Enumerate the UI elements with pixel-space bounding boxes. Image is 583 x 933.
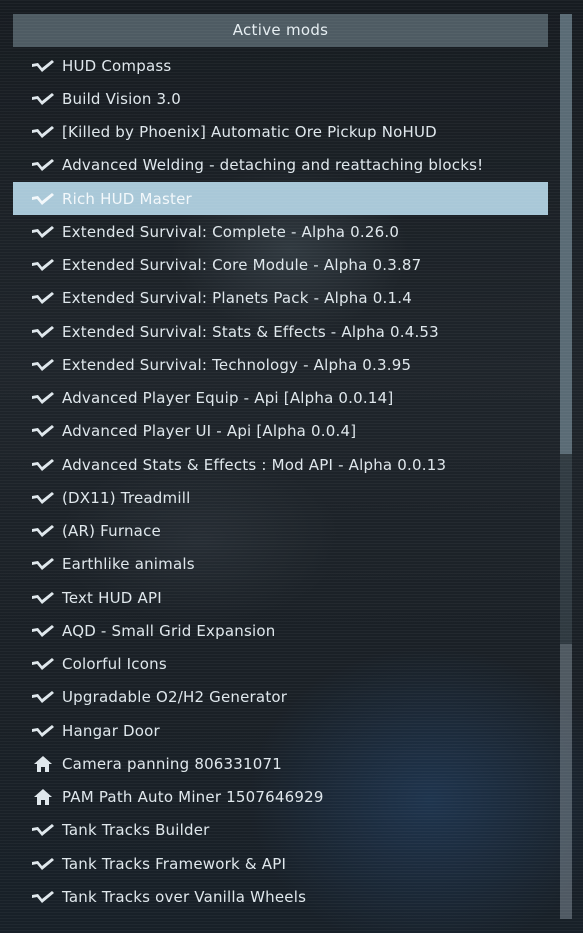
mod-list-item[interactable]: Hangar Door xyxy=(13,714,548,747)
steam-workshop-icon xyxy=(30,589,56,607)
mod-list-item[interactable]: Build Vision 3.0 xyxy=(13,82,548,115)
steam-workshop-icon xyxy=(30,57,56,75)
mod-list-item[interactable]: Extended Survival: Core Module - Alpha 0… xyxy=(13,249,548,282)
steam-workshop-icon xyxy=(30,256,56,274)
mod-name: PAM Path Auto Miner 1507646929 xyxy=(62,788,324,807)
mod-list-item[interactable]: Advanced Player Equip - Api [Alpha 0.0.1… xyxy=(13,382,548,415)
mod-name: Colorful Icons xyxy=(62,655,167,674)
mod-list-item[interactable]: AQD - Small Grid Expansion xyxy=(13,614,548,647)
mod-name: Extended Survival: Core Module - Alpha 0… xyxy=(62,256,422,275)
mod-name: AQD - Small Grid Expansion xyxy=(62,621,276,640)
mod-list-item[interactable]: Upgradable O2/H2 Generator xyxy=(13,681,548,714)
home-icon xyxy=(30,788,56,806)
mod-name: (AR) Furnace xyxy=(62,522,161,541)
steam-workshop-icon xyxy=(30,688,56,706)
active-mods-list: HUD Compass Build Vision 3.0 [Killed by Ph… xyxy=(13,49,548,914)
mod-name: Camera panning 806331071 xyxy=(62,754,283,773)
mod-list-item[interactable]: Advanced Welding - detaching and reattac… xyxy=(13,149,548,182)
mod-list-item[interactable]: Earthlike animals xyxy=(13,548,548,581)
mod-name: Advanced Player UI - Api [Alpha 0.0.4] xyxy=(62,422,357,441)
mod-name: Earthlike animals xyxy=(62,555,195,574)
steam-workshop-icon xyxy=(30,722,56,740)
scrollbar[interactable] xyxy=(560,14,572,919)
mod-list-item[interactable]: Extended Survival: Complete - Alpha 0.26… xyxy=(13,215,548,248)
mod-list-item[interactable]: (AR) Furnace xyxy=(13,515,548,548)
mod-name: Advanced Stats & Effects : Mod API - Alp… xyxy=(62,455,447,474)
mod-name: Hangar Door xyxy=(62,721,160,740)
mod-list-item[interactable]: [Killed by Phoenix] Automatic Ore Pickup… xyxy=(13,116,548,149)
mod-list-item[interactable]: Advanced Stats & Effects : Mod API - Alp… xyxy=(13,448,548,481)
steam-workshop-icon xyxy=(30,190,56,208)
mod-list-item[interactable]: Tank Tracks Builder xyxy=(13,814,548,847)
mod-name: Extended Survival: Technology - Alpha 0.… xyxy=(62,355,412,374)
steam-workshop-icon xyxy=(30,422,56,440)
mod-list-item[interactable]: Colorful Icons xyxy=(13,648,548,681)
mod-list-item[interactable]: (DX11) Treadmill xyxy=(13,481,548,514)
steam-workshop-icon xyxy=(30,356,56,374)
mod-list-item[interactable]: HUD Compass xyxy=(13,49,548,82)
mod-name: Extended Survival: Stats & Effects - Alp… xyxy=(62,322,439,341)
mod-list-item[interactable]: Advanced Player UI - Api [Alpha 0.0.4] xyxy=(13,415,548,448)
mod-list-item[interactable]: Tank Tracks over Vanilla Wheels xyxy=(13,880,548,913)
mod-list-item[interactable]: Extended Survival: Planets Pack - Alpha … xyxy=(13,282,548,315)
mod-name: Upgradable O2/H2 Generator xyxy=(62,688,288,707)
scrollbar-track-lower xyxy=(560,644,572,919)
mod-name: Tank Tracks Framework & API xyxy=(62,854,287,873)
mod-name: Rich HUD Master xyxy=(62,189,192,208)
mod-name: Extended Survival: Planets Pack - Alpha … xyxy=(62,289,412,308)
active-mods-panel: Active mods HUD Compass Build Vision 3.0 [… xyxy=(13,14,548,919)
panel-title: Active mods xyxy=(13,14,548,47)
steam-workshop-icon xyxy=(30,522,56,540)
mod-list-item[interactable]: PAM Path Auto Miner 1507646929 xyxy=(13,781,548,814)
steam-workshop-icon xyxy=(30,90,56,108)
steam-workshop-icon xyxy=(30,456,56,474)
mod-name: (DX11) Treadmill xyxy=(62,488,191,507)
steam-workshop-icon xyxy=(30,323,56,341)
steam-workshop-icon xyxy=(30,156,56,174)
mod-list-item[interactable]: Camera panning 806331071 xyxy=(13,747,548,780)
steam-workshop-icon xyxy=(30,655,56,673)
mod-name: Advanced Player Equip - Api [Alpha 0.0.1… xyxy=(62,389,394,408)
mod-list-item[interactable]: Tank Tracks Framework & API xyxy=(13,847,548,880)
steam-workshop-icon xyxy=(30,888,56,906)
home-icon xyxy=(30,755,56,773)
steam-workshop-icon xyxy=(30,123,56,141)
mod-list-item[interactable]: Text HUD API xyxy=(13,581,548,614)
steam-workshop-icon xyxy=(30,389,56,407)
mod-name: Tank Tracks Builder xyxy=(62,821,210,840)
mod-list-item[interactable]: Rich HUD Master xyxy=(13,182,548,216)
mod-name: Build Vision 3.0 xyxy=(62,89,182,108)
mod-name: HUD Compass xyxy=(62,56,172,75)
mod-name: Text HUD API xyxy=(62,588,162,607)
steam-workshop-icon xyxy=(30,555,56,573)
steam-workshop-icon xyxy=(30,289,56,307)
mod-name: Extended Survival: Complete - Alpha 0.26… xyxy=(62,222,400,241)
mod-list-item[interactable]: Extended Survival: Stats & Effects - Alp… xyxy=(13,315,548,348)
mod-name: Tank Tracks over Vanilla Wheels xyxy=(62,887,307,906)
mod-name: Advanced Welding - detaching and reattac… xyxy=(62,156,484,175)
steam-workshop-icon xyxy=(30,622,56,640)
steam-workshop-icon xyxy=(30,855,56,873)
steam-workshop-icon xyxy=(30,223,56,241)
steam-workshop-icon xyxy=(30,489,56,507)
steam-workshop-icon xyxy=(30,821,56,839)
mod-name: [Killed by Phoenix] Automatic Ore Pickup… xyxy=(62,123,437,142)
mod-list-item[interactable]: Extended Survival: Technology - Alpha 0.… xyxy=(13,348,548,381)
scrollbar-thumb[interactable] xyxy=(560,14,572,454)
